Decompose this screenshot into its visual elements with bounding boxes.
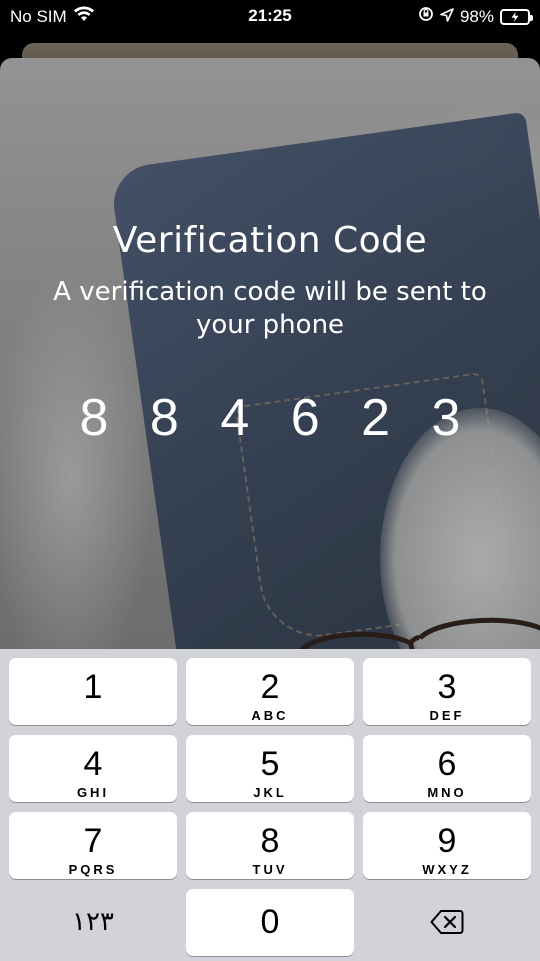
- key-letters: WXYZ: [422, 862, 472, 877]
- key-9[interactable]: 9 WXYZ: [363, 812, 531, 879]
- key-digit: 0: [260, 903, 280, 941]
- delete-key[interactable]: [363, 889, 531, 956]
- key-letters: MNO: [427, 785, 467, 800]
- numeric-keypad: 1 2 ABC 3 DEF 4 GHI 5 JKL 6 MNO 7 PQRS 8…: [0, 649, 540, 961]
- key-6[interactable]: 6 MNO: [363, 735, 531, 802]
- key-letters: ABC: [251, 708, 289, 723]
- key-5[interactable]: 5 JKL: [186, 735, 354, 802]
- key-8[interactable]: 8 TUV: [186, 812, 354, 879]
- status-bar: No SIM 21:25 98%: [0, 0, 540, 34]
- key-letters: JKL: [253, 785, 287, 800]
- page-subtitle: A verification code will be sent to your…: [53, 277, 487, 340]
- key-digit: 6: [437, 745, 457, 783]
- code-digit: 8: [79, 389, 109, 447]
- key-0[interactable]: 0: [186, 889, 354, 956]
- key-digit: 3: [437, 668, 457, 706]
- key-digit: 9: [437, 822, 457, 860]
- key-digit: 5: [260, 745, 280, 783]
- code-digit: 3: [431, 389, 461, 447]
- screen-rotation-lock-icon: [418, 6, 434, 27]
- key-letters: TUV: [252, 862, 288, 877]
- key-digit: 2: [260, 668, 280, 706]
- location-arrow-icon: [440, 7, 454, 27]
- key-4[interactable]: 4 GHI: [9, 735, 177, 802]
- battery-charging-icon: [500, 8, 533, 25]
- key-letters: DEF: [429, 708, 465, 723]
- battery-percent: 98%: [459, 6, 494, 26]
- key-letters: PQRS: [68, 862, 118, 877]
- code-digit: 4: [220, 389, 250, 447]
- key-3[interactable]: 3 DEF: [363, 658, 531, 725]
- key-digit: 7: [83, 822, 103, 860]
- key-digit: 8: [260, 822, 280, 860]
- key-digit: 1: [83, 668, 103, 706]
- backspace-icon: [430, 910, 464, 934]
- alt-numerals-key[interactable]: ١٢٣: [9, 889, 177, 956]
- key-1[interactable]: 1: [9, 658, 177, 725]
- key-7[interactable]: 7 PQRS: [9, 812, 177, 879]
- code-digit: 6: [290, 389, 320, 447]
- verification-code-display: 8 8 4 6 2 3: [64, 388, 476, 448]
- alt-numerals-label: ١٢٣: [72, 907, 114, 937]
- code-digit: 2: [361, 389, 391, 447]
- key-letters: GHI: [76, 785, 110, 800]
- code-digit: 8: [149, 389, 179, 447]
- status-right: 98%: [418, 6, 533, 27]
- page-title: Verification Code: [112, 220, 428, 261]
- key-digit: 4: [83, 745, 103, 783]
- key-2[interactable]: 2 ABC: [186, 658, 354, 725]
